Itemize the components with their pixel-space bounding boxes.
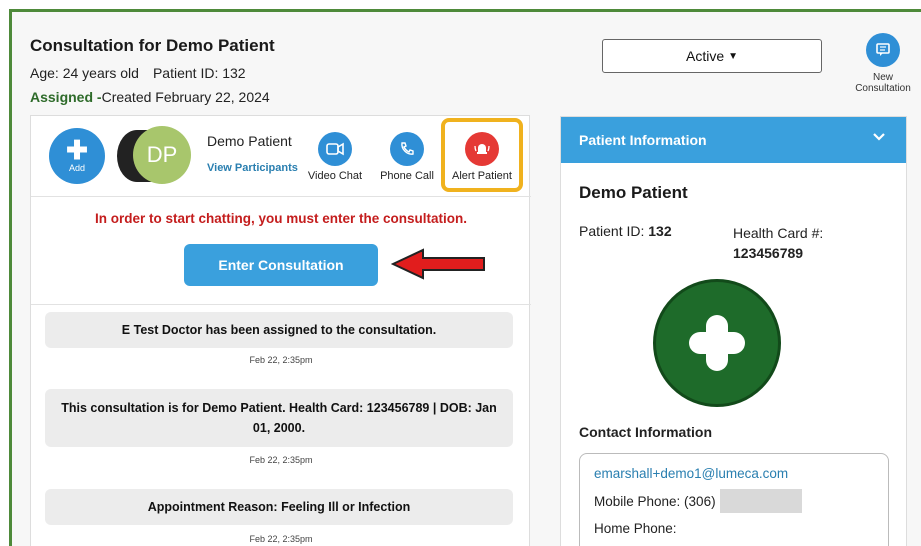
chat-message: E Test Doctor has been assigned to the c… <box>45 312 513 348</box>
patient-information-panel: Patient Information Demo Patient Patient… <box>560 116 907 546</box>
contact-information-box: emarshall+demo1@lumeca.com Mobile Phone:… <box>579 453 889 546</box>
mobile-phone-label: Mobile Phone: (306) <box>594 493 716 509</box>
add-participant-button[interactable]: ✚ Add <box>49 128 105 184</box>
caret-down-icon: ▼ <box>728 50 739 62</box>
new-consultation-label-2: Consultation <box>855 83 911 94</box>
medical-cross-logo <box>653 279 781 407</box>
chat-icon <box>866 33 900 67</box>
patient-id-row: Patient ID: 132 <box>579 223 672 239</box>
patient-information-header[interactable]: Patient Information <box>561 117 906 163</box>
arrow-left-icon <box>391 248 485 280</box>
redacted-phone <box>719 489 802 513</box>
bell-alert-icon <box>465 132 499 166</box>
alert-patient-button[interactable]: Alert Patient <box>447 132 517 182</box>
divider <box>31 304 531 305</box>
video-camera-icon <box>318 132 352 166</box>
health-card-label: Health Card #: <box>733 225 824 241</box>
video-chat-label: Video Chat <box>307 170 363 182</box>
patient-id-label: Patient ID: <box>579 223 645 239</box>
status-value: Active <box>685 48 725 64</box>
new-consultation-button[interactable]: New Consultation <box>848 33 918 94</box>
consultation-chat-panel: ✚ Add DP Demo Patient View Participants … <box>30 115 531 546</box>
chat-message: Appointment Reason: Feeling Ill or Infec… <box>45 489 513 525</box>
home-phone-row: Home Phone: <box>594 521 874 536</box>
page-title: Consultation for Demo Patient <box>30 36 275 55</box>
phone-call-button[interactable]: Phone Call <box>375 132 439 182</box>
chat-message: This consultation is for Demo Patient. H… <box>45 389 513 447</box>
home-phone-label: Home Phone: <box>594 521 677 536</box>
patient-avatar: DP <box>133 126 191 184</box>
health-card-value: 123456789 <box>733 245 804 261</box>
chevron-down-icon <box>872 129 886 147</box>
page-header: Consultation for Demo Patient <box>30 36 275 56</box>
patient-id: Patient ID: 132 <box>152 65 246 81</box>
phone-icon <box>390 132 424 166</box>
status-dropdown[interactable]: Active ▼ <box>602 39 822 73</box>
patient-information-heading: Patient Information <box>579 132 707 148</box>
health-card-row: Health Card #: 123456789 <box>733 223 823 263</box>
contact-information-heading: Contact Information <box>579 424 712 440</box>
enter-consultation-button[interactable]: Enter Consultation <box>184 244 378 286</box>
patient-email-link[interactable]: emarshall+demo1@lumeca.com <box>594 466 874 481</box>
video-chat-button[interactable]: Video Chat <box>305 132 365 182</box>
message-timestamp: Feb 22, 2:35pm <box>249 534 313 544</box>
phone-call-label: Phone Call <box>380 170 434 182</box>
new-consultation-label-1: New <box>872 72 893 83</box>
message-timestamp: Feb 22, 2:35pm <box>249 355 313 365</box>
patient-meta: Age: 24 years old Patient ID: 132 <box>30 65 246 81</box>
plus-icon: ✚ <box>66 135 88 165</box>
mobile-phone-row: Mobile Phone: (306) <box>594 489 874 513</box>
patient-id-value: 132 <box>648 223 672 239</box>
patient-age: Age: 24 years old <box>30 65 139 81</box>
participant-name: Demo Patient <box>207 133 292 149</box>
assignment-status: Assigned -Created February 22, 2024 <box>30 89 270 105</box>
message-timestamp: Feb 22, 2:35pm <box>249 455 313 465</box>
chat-toolbar: ✚ Add DP Demo Patient View Participants … <box>31 116 531 196</box>
created-date: Created February 22, 2024 <box>101 89 270 105</box>
alert-patient-label: Alert Patient <box>452 170 512 182</box>
assigned-label: Assigned - <box>30 89 102 105</box>
view-participants-link[interactable]: View Participants <box>207 162 298 174</box>
divider <box>31 196 531 197</box>
patient-name: Demo Patient <box>579 183 688 202</box>
add-label: Add <box>68 163 85 173</box>
chat-warning: In order to start chatting, you must ent… <box>94 211 468 226</box>
